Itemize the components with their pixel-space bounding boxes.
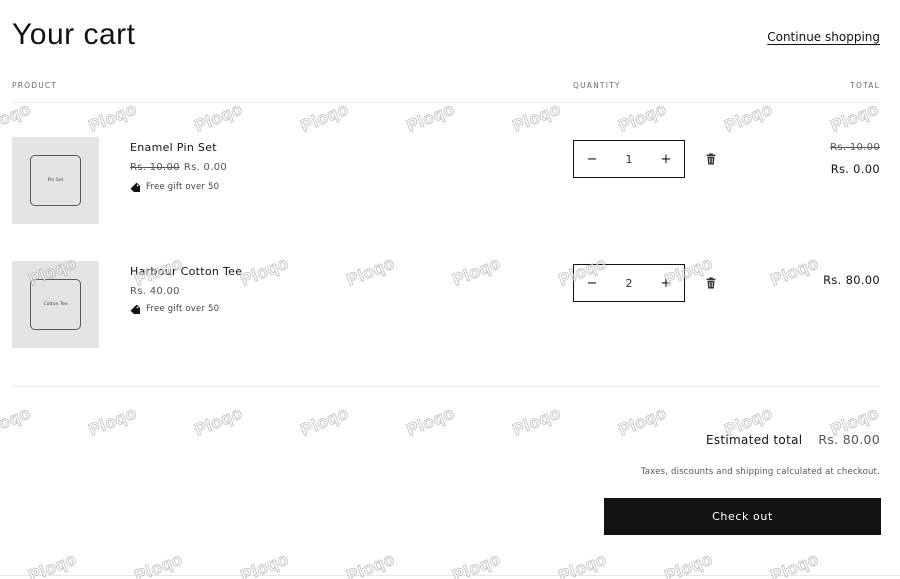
- estimated-total-label: Estimated total: [705, 433, 803, 447]
- watermark: Ploqo: [404, 403, 458, 440]
- tax-note: Taxes, discounts and shipping calculated…: [640, 467, 880, 477]
- items-divider: [12, 386, 880, 387]
- quantity-input[interactable]: 1: [610, 141, 648, 177]
- estimated-total-value: Rs. 80.00: [818, 432, 880, 447]
- product-name[interactable]: Harbour Cotton Tee: [130, 265, 242, 278]
- line-total: Rs. 0.00: [830, 162, 880, 176]
- product-thumbnail[interactable]: Pin Set: [12, 137, 99, 224]
- increase-quantity-button[interactable]: +: [648, 141, 684, 177]
- cart-item: Cotton Tee Harbour Cotton Tee Rs. 40.00 …: [12, 261, 880, 351]
- thumbnail-label: Cotton Tee: [43, 302, 68, 307]
- increase-quantity-button[interactable]: +: [648, 265, 684, 301]
- tag-icon: [130, 182, 140, 192]
- unit-price: Rs. 40.00: [130, 286, 180, 297]
- line-total: Rs. 80.00: [823, 273, 880, 287]
- quantity-stepper: − 2 +: [573, 264, 685, 302]
- trash-icon[interactable]: [705, 153, 717, 165]
- product-thumbnail[interactable]: Cotton Tee: [12, 261, 99, 348]
- column-header-product: PRODUCT: [12, 81, 58, 90]
- discount-note: Free gift over 50: [130, 304, 219, 314]
- discount-note: Free gift over 50: [130, 182, 219, 192]
- watermark: Ploqo: [616, 99, 670, 136]
- thumbnail-label: Pin Set: [47, 178, 64, 183]
- discount-label: Free gift over 50: [146, 304, 220, 314]
- watermark: Ploqo: [0, 403, 34, 440]
- watermark: Ploqo: [510, 99, 564, 136]
- watermark: Ploqo: [192, 403, 246, 440]
- watermark: Ploqo: [722, 99, 776, 136]
- discount-label: Free gift over 50: [146, 182, 220, 192]
- watermark: Ploqo: [298, 99, 352, 136]
- product-name[interactable]: Enamel Pin Set: [130, 141, 217, 154]
- original-price: Rs. 10.00: [130, 162, 180, 173]
- quantity-input[interactable]: 2: [610, 265, 648, 301]
- estimated-total-row: Estimated total Rs. 80.00: [706, 432, 880, 447]
- watermark: Ploqo: [616, 403, 670, 440]
- product-image-placeholder: Cotton Tee: [30, 279, 81, 330]
- watermark: Ploqo: [404, 99, 458, 136]
- header-divider: [12, 102, 880, 103]
- checkout-button[interactable]: Check out: [604, 498, 881, 535]
- line-total-original: Rs. 10.00: [830, 142, 880, 153]
- cart-item: Pin Set Enamel Pin Set Rs. 10.00 Rs. 0.00…: [12, 137, 880, 227]
- cart-header: Your cart Continue shopping: [12, 18, 880, 58]
- page-title: Your cart: [12, 18, 136, 51]
- continue-shopping-link[interactable]: Continue shopping: [767, 30, 880, 44]
- decrease-quantity-button[interactable]: −: [574, 141, 610, 177]
- watermark: Ploqo: [510, 403, 564, 440]
- quantity-stepper: − 1 +: [573, 140, 685, 178]
- column-header-quantity: QUANTITY: [573, 81, 621, 90]
- watermark: Ploqo: [0, 99, 34, 136]
- trash-icon[interactable]: [705, 277, 717, 289]
- watermark: Ploqo: [298, 403, 352, 440]
- column-header-total: TOTAL: [850, 81, 880, 90]
- watermark: Ploqo: [828, 99, 882, 136]
- discounted-price: Rs. 0.00: [183, 162, 228, 173]
- product-image-placeholder: Pin Set: [30, 155, 81, 206]
- watermark: Ploqo: [192, 99, 246, 136]
- decrease-quantity-button[interactable]: −: [574, 265, 610, 301]
- watermark: Ploqo: [86, 99, 140, 136]
- tag-icon: [130, 304, 140, 314]
- watermark: Ploqo: [86, 403, 140, 440]
- unit-price: Rs. 10.00 Rs. 0.00: [130, 162, 227, 173]
- footer-divider: [0, 575, 900, 576]
